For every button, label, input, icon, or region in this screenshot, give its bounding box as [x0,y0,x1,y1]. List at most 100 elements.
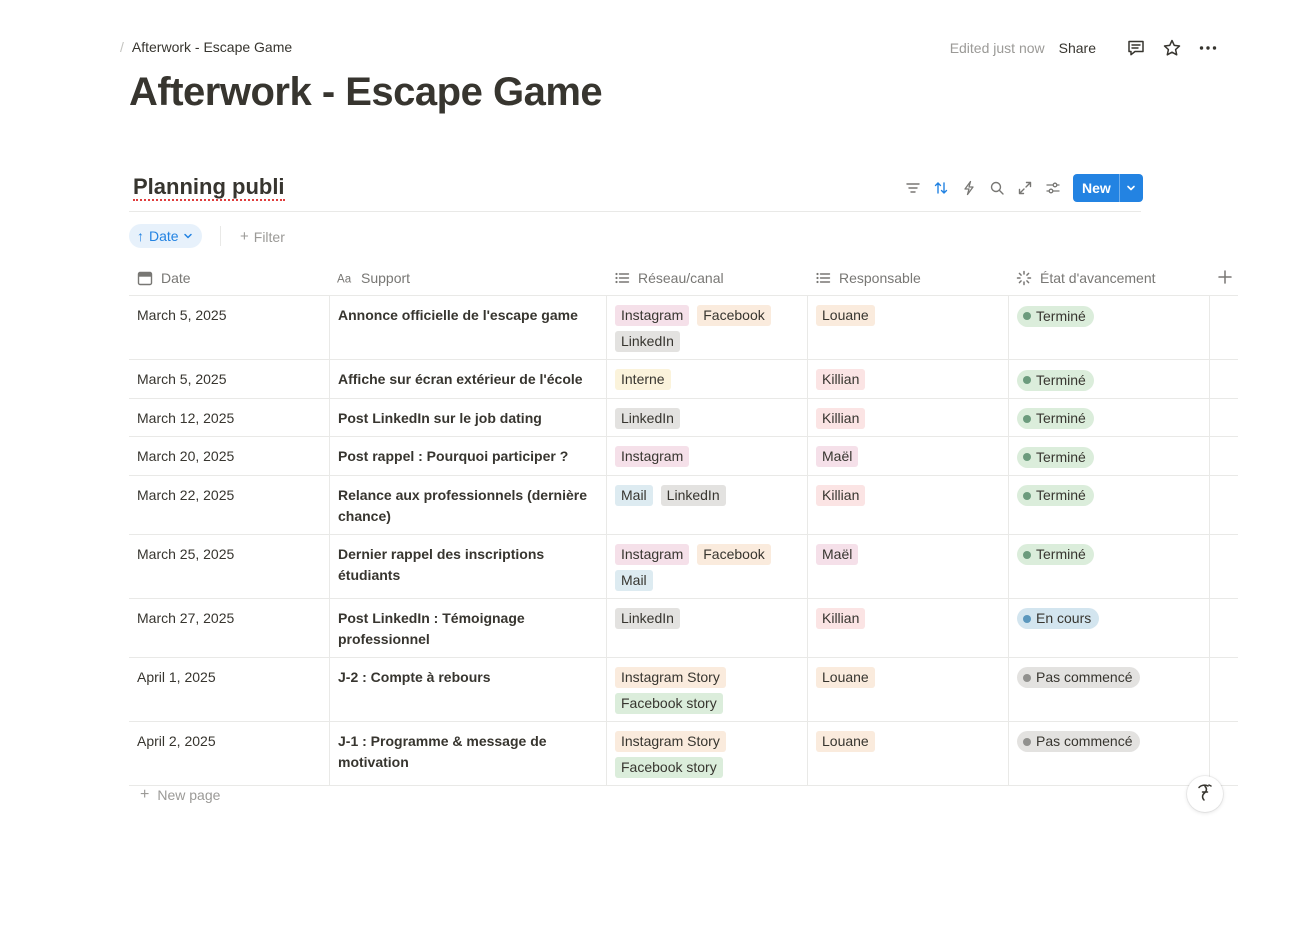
date-cell[interactable]: April 2, 2025 [129,722,329,785]
status-label: En cours [1036,610,1092,626]
owner-cell[interactable]: Killian [807,360,1008,398]
chevron-down-icon [183,228,193,244]
status-cell[interactable]: Terminé [1008,437,1209,475]
column-header-channel[interactable]: Réseau/canal [606,261,807,295]
star-icon[interactable] [1160,36,1184,60]
date-cell[interactable]: March 22, 2025 [129,476,329,534]
column-header-owner[interactable]: Responsable [807,261,1008,295]
status-cell[interactable]: Pas commencé [1008,657,1209,721]
more-icon[interactable] [1196,36,1220,60]
settings-icon[interactable] [1039,174,1067,202]
channel-cell[interactable]: Instagram Facebook LinkedIn [606,296,807,359]
database-toolbar: New [899,174,1143,202]
column-header-support[interactable]: Aa Support [329,261,606,295]
expand-icon[interactable] [1011,174,1039,202]
support-cell[interactable]: Relance aux professionnels (dernière cha… [329,475,606,534]
channel-cell[interactable]: Instagram Facebook Mail [606,534,807,598]
support-cell[interactable]: Post LinkedIn : Témoignage professionnel [329,598,606,657]
assistant-button[interactable] [1187,776,1223,812]
filter-icon[interactable] [899,174,927,202]
new-button[interactable]: New [1073,174,1119,202]
support-cell[interactable]: Post rappel : Pourquoi participer ? [329,437,606,475]
channel-cell[interactable]: Instagram Story Facebook story [606,721,807,785]
status-cell[interactable]: Terminé [1008,475,1209,534]
table-row[interactable]: April 2, 2025 J-1 : Programme & message … [129,721,1238,786]
new-button-group: New [1073,174,1143,202]
channel-cell[interactable]: Mail LinkedIn [606,475,807,534]
date-cell[interactable]: March 20, 2025 [129,437,329,475]
date-cell[interactable]: March 25, 2025 [129,535,329,598]
support-cell[interactable]: Affiche sur écran extérieur de l'école [329,360,606,398]
channel-cell[interactable]: Instagram Story Facebook story [606,657,807,721]
owner-cell[interactable]: Louane [807,721,1008,785]
owner-cell[interactable]: Killian [807,598,1008,657]
multi-select-icon [815,270,831,286]
empty-cell [1209,296,1238,359]
comment-icon[interactable] [1124,36,1148,60]
status-label: Terminé [1036,307,1086,324]
owner-cell[interactable]: Maël [807,437,1008,475]
date-cell[interactable]: March 27, 2025 [129,599,329,657]
database-title[interactable]: Planning publi [133,174,285,201]
support-cell[interactable]: Post LinkedIn sur le job dating [329,398,606,436]
date-cell[interactable]: March 5, 2025 [129,296,329,359]
status-cell[interactable]: En cours [1008,598,1209,657]
sort-icon[interactable] [927,174,955,202]
status-badge: Terminé [1017,305,1094,327]
breadcrumb-item[interactable]: Afterwork - Escape Game [132,39,292,55]
table-row[interactable]: March 5, 2025 Affiche sur écran extérieu… [129,360,1238,399]
table-row[interactable]: March 22, 2025 Relance aux professionnel… [129,475,1238,535]
add-filter-button[interactable]: + Filter [240,228,285,245]
status-cell[interactable]: Terminé [1008,534,1209,598]
sort-chip[interactable]: ↑ Date [129,224,202,248]
chevron-down-icon[interactable] [1118,174,1143,202]
owner-cell[interactable]: Maël [807,534,1008,598]
table-row[interactable]: March 5, 2025 Annonce officielle de l'es… [129,296,1238,360]
table-row[interactable]: April 1, 2025 J-2 : Compte à rebours Ins… [129,657,1238,722]
support-cell[interactable]: J-2 : Compte à rebours [329,657,606,721]
automation-icon[interactable] [955,174,983,202]
support-cell[interactable]: Dernier rappel des inscriptions étudiant… [329,534,606,598]
page-title[interactable]: Afterwork - Escape Game [129,70,603,115]
new-page-button[interactable]: + New page [140,786,220,804]
owner-cell[interactable]: Killian [807,475,1008,534]
table-row[interactable]: March 27, 2025 Post LinkedIn : Témoignag… [129,598,1238,658]
status-dot [1023,414,1031,423]
owner-cell[interactable]: Louane [807,657,1008,721]
column-header-date[interactable]: Date [129,261,329,295]
date-cell[interactable]: March 5, 2025 [129,360,329,398]
table-row[interactable]: March 12, 2025 Post LinkedIn sur le job … [129,398,1238,437]
search-icon[interactable] [983,174,1011,202]
table-row[interactable]: March 20, 2025 Post rappel : Pourquoi pa… [129,437,1238,476]
empty-cell [1209,475,1238,534]
owner-cell[interactable]: Louane [807,296,1008,359]
support-cell[interactable]: J-1 : Programme & message de motivation [329,721,606,785]
channel-cell[interactable]: LinkedIn [606,398,807,436]
arrow-up-icon: ↑ [137,228,144,244]
channel-tag: LinkedIn [615,407,680,429]
status-dot [1023,376,1031,384]
date-cell[interactable]: March 12, 2025 [129,399,329,437]
status-icon [1016,270,1032,286]
svg-text:Aa: Aa [337,273,352,285]
status-cell[interactable]: Terminé [1008,398,1209,436]
breadcrumb[interactable]: / Afterwork - Escape Game [120,39,292,55]
owner-tag: Louane [816,305,875,326]
status-dot [1023,550,1031,559]
channel-cell[interactable]: Interne [606,360,807,398]
add-column-button[interactable] [1209,261,1238,295]
status-cell[interactable]: Terminé [1008,360,1209,398]
channel-cell[interactable]: LinkedIn [606,598,807,657]
channel-cell[interactable]: Instagram [606,437,807,475]
column-label: Date [161,270,191,286]
status-label: Terminé [1036,371,1086,388]
owner-cell[interactable]: Killian [807,398,1008,436]
support-cell[interactable]: Annonce officielle de l'escape game [329,296,606,359]
column-header-status[interactable]: État d'avancement [1008,261,1209,295]
status-cell[interactable]: Pas commencé [1008,721,1209,785]
table-row[interactable]: March 25, 2025 Dernier rappel des inscri… [129,534,1238,599]
share-button[interactable]: Share [1059,40,1096,56]
status-cell[interactable]: Terminé [1008,296,1209,359]
status-badge: Terminé [1017,446,1094,468]
date-cell[interactable]: April 1, 2025 [129,658,329,721]
